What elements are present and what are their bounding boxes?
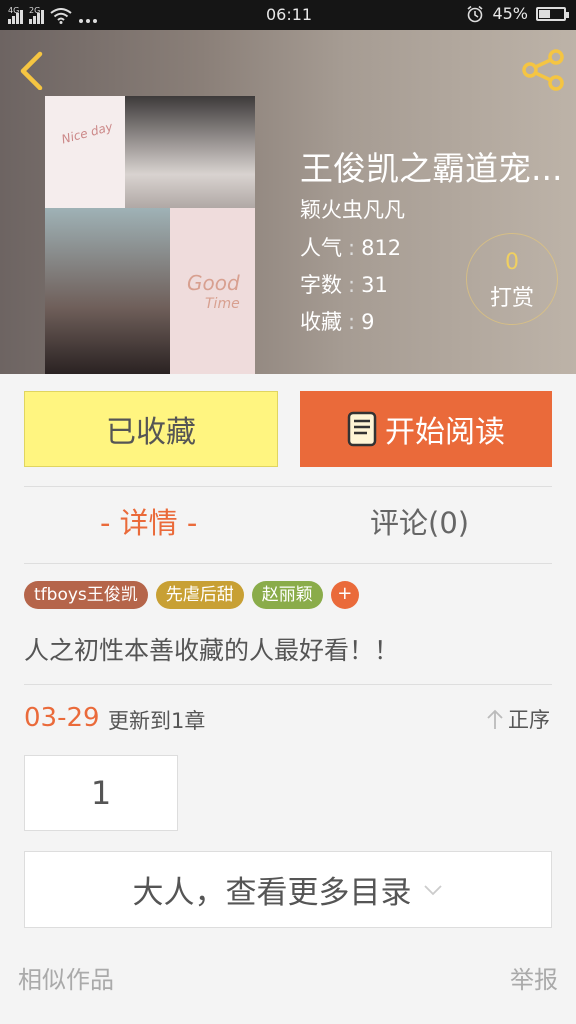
tip-label: 打赏 [489,286,534,311]
cover-photo-male [125,96,255,208]
cover-photo-female [45,208,170,374]
share-icon[interactable] [520,48,568,92]
divider [24,563,552,564]
collected-label: 已收藏 [106,415,196,450]
signal-icon: 2G [29,6,44,24]
stat-label: 人气 [300,236,342,260]
update-date: 03-29 [24,703,100,733]
stat-separator: : [348,273,356,297]
stat-favorites: 收藏:9 [300,306,374,336]
tab-comments[interactable]: 评论(0) [370,500,469,542]
arrow-up-icon [487,709,503,729]
book-cover[interactable]: Nice day Good Time [45,96,255,374]
chapter-item[interactable]: 1 [24,755,178,831]
battery-icon [536,6,569,21]
cover-handwriting: Time [205,296,240,312]
alarm-icon [467,5,483,22]
status-right: 45% [466,4,569,23]
add-tag-button[interactable]: + [330,581,359,609]
sort-order-button[interactable]: 正序 [486,704,550,734]
stat-word-count: 字数:31 [300,269,388,299]
start-reading-button[interactable]: 开始阅读 [300,391,552,467]
book-title: 王俊凯之霸道宠... [300,149,563,188]
more-catalog-label: 大人，查看更多目录 [132,875,412,911]
signal-icon: 4G [8,6,23,24]
tab-detail[interactable]: - 详情 - [100,500,197,542]
start-reading-label: 开始阅读 [385,415,505,450]
chevron-left-icon[interactable] [14,50,54,90]
stat-value: 31 [361,273,388,297]
stat-value: 9 [361,310,375,334]
network-type-2: 2G [29,6,41,15]
wifi-icon [50,8,72,24]
tag-chip[interactable]: 赵丽颖 [251,581,323,609]
clock: 06:11 [266,5,313,24]
status-bar: 4G 2G 06:11 45% [0,0,576,30]
book-description: 人之初性本善收藏的人最好看！！ [24,636,400,665]
stat-label: 收藏 [300,310,342,334]
book-header: Nice day Good Time 王俊凯之霸道宠... 颖火虫凡凡 人气:8… [0,30,576,374]
tag-list: tfboys王俊凯 先虐后甜 赵丽颖 + [24,581,359,609]
report-button[interactable]: 举报 [510,960,558,995]
more-catalog-button[interactable]: 大人，查看更多目录 [24,851,552,928]
divider [24,486,552,487]
tag-chip[interactable]: 先虐后甜 [155,581,244,609]
chevron-down-icon [423,884,442,895]
tip-button[interactable]: 0 打赏 [466,233,558,325]
tip-count: 0 [505,250,519,275]
stat-separator: : [348,236,356,260]
stat-separator: : [348,310,356,334]
stat-label: 字数 [300,273,342,297]
divider [24,684,552,685]
book-icon [347,411,377,447]
cover-handwriting: Good [187,271,240,295]
stat-value: 812 [361,236,402,260]
sort-order-label: 正序 [508,708,550,732]
status-left: 4G 2G [8,4,98,24]
tag-chip[interactable]: tfboys王俊凯 [24,581,148,609]
stat-popularity: 人气:812 [300,232,401,262]
more-dots-icon [79,19,97,23]
update-info: 更新到1章 [108,709,206,733]
network-type-1: 4G [8,6,20,15]
book-author[interactable]: 颖火虫凡凡 [300,194,405,224]
collected-button[interactable]: 已收藏 [24,391,278,467]
battery-percent: 45% [492,4,528,23]
similar-works-heading: 相似作品 [18,966,114,994]
